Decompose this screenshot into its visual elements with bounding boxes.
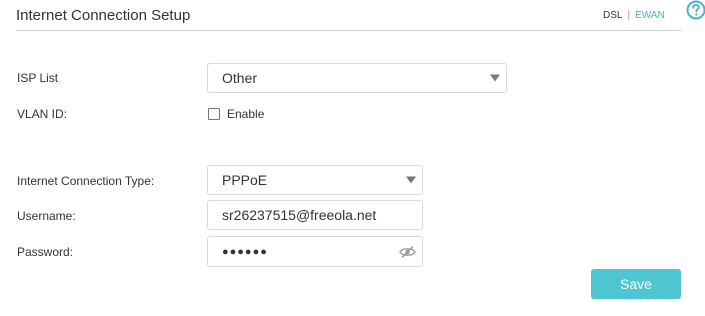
password-label: Password: <box>17 245 74 259</box>
isp-list-label: ISP List <box>17 71 59 85</box>
isp-list-select[interactable]: Other <box>207 63 507 93</box>
connection-type-value: PPPoE <box>222 172 268 188</box>
vlan-enable-label: Enable <box>227 107 265 121</box>
page-title: Internet Connection Setup <box>16 7 191 24</box>
password-value: ●●●●●● <box>222 245 268 258</box>
checkbox-box[interactable] <box>208 108 220 120</box>
chevron-down-icon <box>406 176 416 184</box>
mode-separator: | <box>627 10 631 21</box>
internet-connection-setup-page: Internet Connection Setup DSL | EWAN ISP L… <box>0 0 705 316</box>
username-value: sr26237515@freeola.net <box>222 207 377 223</box>
connection-type-select[interactable]: PPPoE <box>207 165 423 195</box>
header-divider <box>16 30 681 31</box>
mode-ewan-link[interactable]: EWAN <box>635 10 665 21</box>
save-button[interactable]: Save <box>591 269 681 299</box>
connection-type-label: Internet Connection Type: <box>17 174 155 188</box>
username-input[interactable]: sr26237515@freeola.net <box>207 200 423 230</box>
connection-mode-switch: DSL | EWAN <box>603 10 665 22</box>
chevron-down-icon <box>490 74 500 82</box>
password-input[interactable]: ●●●●●● <box>207 236 423 267</box>
eye-slash-icon[interactable] <box>399 245 416 258</box>
vlan-id-label: VLAN ID: <box>17 107 68 121</box>
mode-dsl-link[interactable]: DSL <box>603 10 622 21</box>
isp-list-value: Other <box>222 70 258 86</box>
username-label: Username: <box>17 209 76 223</box>
help-icon[interactable] <box>686 0 705 20</box>
